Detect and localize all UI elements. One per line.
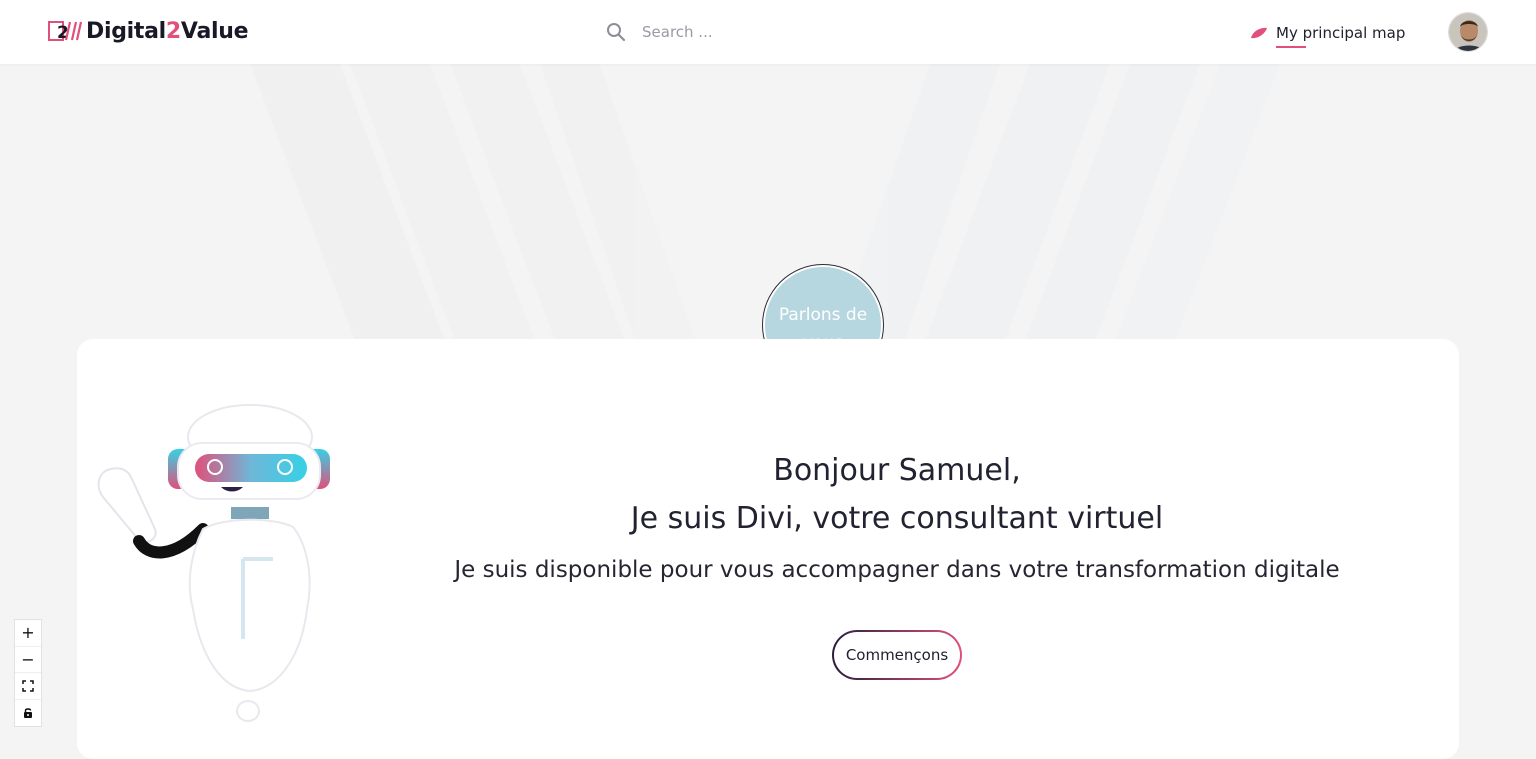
brand-name: Digital2Value [86,18,249,44]
greeting-line-1: Bonjour Samuel, [773,453,1021,488]
my-principal-map-link[interactable]: My principal map [1250,20,1406,48]
user-avatar[interactable] [1448,12,1488,52]
lock-icon [24,708,32,718]
search-input[interactable] [642,23,862,41]
start-button-label: Commençons [834,632,960,678]
greeting-line-2: Je suis Divi, votre consultant virtuel [630,501,1164,536]
search-icon[interactable] [606,22,626,42]
map-zoom-controls: + − [14,619,42,727]
leaf-icon [1251,27,1267,39]
greeting-subtitle: Je suis disponible pour vous accompagner… [454,557,1340,583]
fit-view-icon [22,680,34,692]
greeting-heading: Bonjour Samuel, Je suis Divi, votre cons… [407,447,1387,543]
brand-name-accent: 2 [165,18,181,44]
brand-mark-icon: 2 [48,21,82,42]
my-principal-map-text: My principal map [1276,24,1406,42]
lock-button[interactable] [15,700,41,726]
brand-name-part2: Value [180,18,249,44]
active-underline [1276,46,1306,48]
welcome-card: Bonjour Samuel, Je suis Divi, votre cons… [77,339,1459,759]
avatar-image [1449,13,1487,51]
top-bar: 2 Digital2Value My principal map [0,0,1536,64]
brand-name-part1: Digital [86,18,166,44]
fit-view-button[interactable] [15,673,41,700]
start-button[interactable]: Commençons [832,630,962,680]
search-bar [606,18,886,46]
brand-logo[interactable]: 2 Digital2Value [48,16,249,46]
zoom-in-button[interactable]: + [15,620,41,647]
robot-illustration [97,404,330,722]
zoom-out-button[interactable]: − [15,647,41,673]
my-principal-map-label: My principal map [1276,24,1406,48]
